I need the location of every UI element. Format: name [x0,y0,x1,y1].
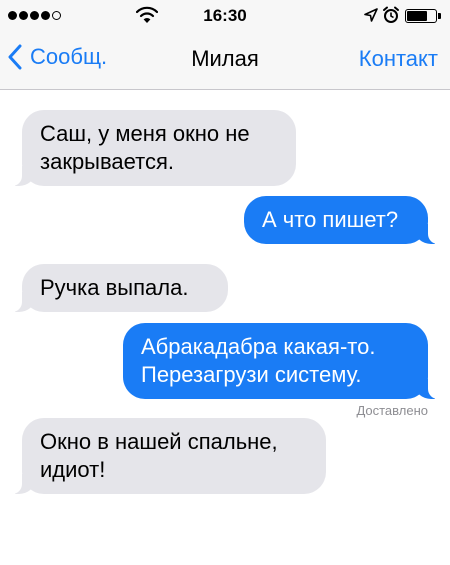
incoming-message: Окно в нашей спальне, идиот! [12,418,326,494]
location-icon [364,8,378,22]
battery-level [407,11,428,21]
incoming-message: Ручка выпала. [12,264,228,312]
delivery-status: Доставлено [356,403,428,418]
message-line: Окно в нашей спальне, [40,429,278,454]
incoming-message: Саш, у меня окно не закрывается. [12,110,296,186]
outgoing-message: Абракадабра какая-то. Перезагрузи систем… [123,323,438,399]
alarm-icon [383,6,399,23]
outgoing-message: А что пишет? [244,196,438,244]
battery-nub [438,13,441,19]
message-line: Саш, у меня окно не [40,121,250,146]
message-line: закрывается. [40,149,175,174]
contact-button[interactable]: Контакт [359,46,438,72]
battery-icon [405,9,441,23]
navigation-bar: Сообщ. Милая Контакт [0,30,450,90]
message-line: идиот! [40,457,106,482]
status-bar: 16:30 [0,0,450,30]
message-line: А что пишет? [262,207,399,232]
message-line: Абракадабра какая-то. [141,334,376,359]
message-line: Ручка выпала. [40,275,189,300]
message-line: Перезагрузи систему. [141,362,362,387]
